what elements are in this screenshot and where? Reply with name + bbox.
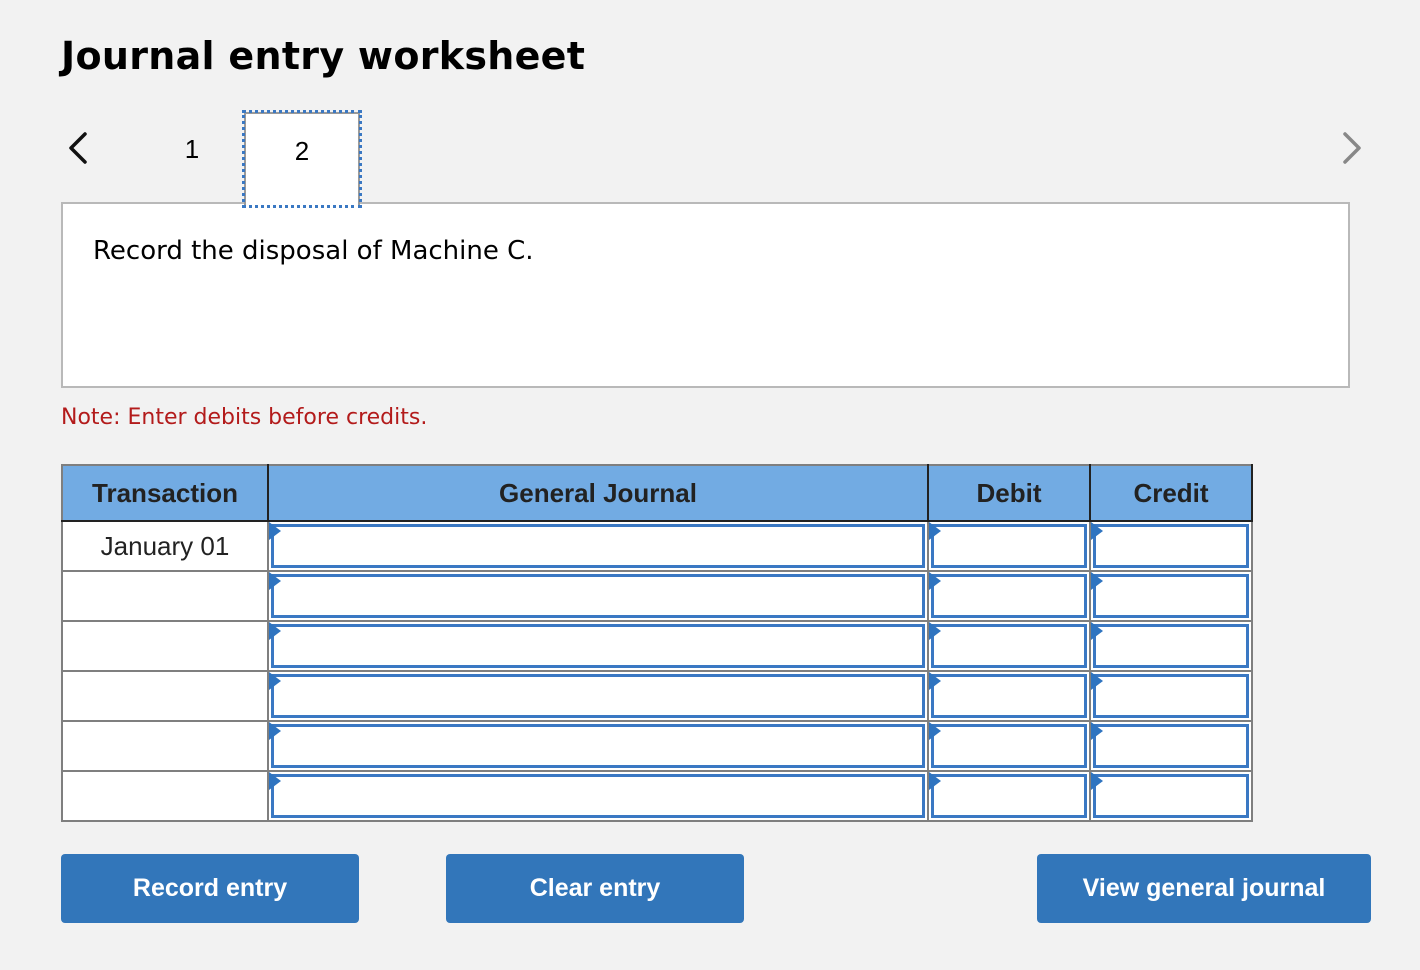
cell-marker-icon — [1091, 772, 1103, 790]
column-header-credit: Credit — [1089, 464, 1253, 522]
cell-marker-icon — [1091, 622, 1103, 640]
column-header-debit: Debit — [927, 464, 1091, 522]
question-text: Record the disposal of Machine C. — [93, 236, 534, 266]
journal-row — [61, 620, 1253, 672]
tab-2-label: 2 — [294, 135, 310, 166]
account-cell — [267, 570, 929, 622]
view-general-journal-button[interactable]: View general journal — [1037, 854, 1371, 923]
account-input[interactable] — [271, 524, 925, 568]
transaction-cell — [61, 620, 269, 672]
debit-cell — [927, 620, 1091, 672]
page-title: Journal entry worksheet — [61, 34, 586, 78]
account-input[interactable] — [271, 674, 925, 718]
credit-input[interactable] — [1093, 624, 1249, 668]
journal-table: Transaction General Journal Debit Credit… — [61, 464, 1253, 822]
transaction-cell — [61, 570, 269, 622]
journal-header-row: Transaction General Journal Debit Credit — [61, 464, 1253, 522]
debit-cell — [927, 520, 1091, 572]
transaction-cell — [61, 670, 269, 722]
column-header-transaction: Transaction — [61, 464, 269, 522]
tab-1[interactable]: 1 — [170, 120, 214, 178]
account-input[interactable] — [271, 574, 925, 618]
credit-cell — [1089, 620, 1253, 672]
credit-cell — [1089, 670, 1253, 722]
transaction-cell — [61, 770, 269, 822]
account-cell — [267, 520, 929, 572]
cell-marker-icon — [269, 622, 281, 640]
cell-marker-icon — [269, 522, 281, 540]
cell-marker-icon — [269, 772, 281, 790]
debit-input[interactable] — [931, 524, 1087, 568]
journal-row — [61, 770, 1253, 822]
debit-input[interactable] — [931, 724, 1087, 768]
journal-row — [61, 720, 1253, 772]
cell-marker-icon — [269, 672, 281, 690]
account-input[interactable] — [271, 724, 925, 768]
cell-marker-icon — [1091, 672, 1103, 690]
account-cell — [267, 670, 929, 722]
debit-input[interactable] — [931, 574, 1087, 618]
note-text: Note: Enter debits before credits. — [61, 405, 428, 430]
credit-cell — [1089, 570, 1253, 622]
cell-marker-icon — [269, 572, 281, 590]
cell-marker-icon — [1091, 722, 1103, 740]
account-cell — [267, 620, 929, 672]
cell-marker-icon — [929, 772, 941, 790]
debit-input[interactable] — [931, 624, 1087, 668]
clear-entry-button[interactable]: Clear entry — [446, 854, 744, 923]
column-header-general-journal: General Journal — [267, 464, 929, 522]
cell-marker-icon — [1091, 572, 1103, 590]
account-input[interactable] — [271, 624, 925, 668]
cell-marker-icon — [269, 722, 281, 740]
debit-cell — [927, 770, 1091, 822]
account-cell — [267, 720, 929, 772]
next-button[interactable] — [1340, 130, 1364, 166]
credit-input[interactable] — [1093, 524, 1249, 568]
cell-marker-icon — [929, 622, 941, 640]
record-entry-button[interactable]: Record entry — [61, 854, 359, 923]
chevron-left-icon — [69, 132, 87, 164]
debit-cell — [927, 570, 1091, 622]
account-input[interactable] — [271, 774, 925, 818]
cell-marker-icon — [929, 572, 941, 590]
credit-input[interactable] — [1093, 724, 1249, 768]
transaction-cell: January 01 — [61, 520, 269, 572]
journal-row — [61, 670, 1253, 722]
cell-marker-icon — [929, 722, 941, 740]
chevron-right-icon — [1343, 132, 1361, 164]
journal-row — [61, 570, 1253, 622]
cell-marker-icon — [929, 522, 941, 540]
debit-cell — [927, 670, 1091, 722]
credit-input[interactable] — [1093, 674, 1249, 718]
transaction-cell — [61, 720, 269, 772]
previous-button[interactable] — [66, 130, 90, 166]
question-panel: Record the disposal of Machine C. — [61, 202, 1350, 388]
credit-input[interactable] — [1093, 774, 1249, 818]
debit-cell — [927, 720, 1091, 772]
credit-cell — [1089, 770, 1253, 822]
debit-input[interactable] — [931, 674, 1087, 718]
credit-input[interactable] — [1093, 574, 1249, 618]
debit-input[interactable] — [931, 774, 1087, 818]
cell-marker-icon — [929, 672, 941, 690]
credit-cell — [1089, 720, 1253, 772]
account-cell — [267, 770, 929, 822]
credit-cell — [1089, 520, 1253, 572]
tab-1-label: 1 — [184, 133, 200, 164]
tab-2[interactable]: 2 — [242, 110, 362, 208]
journal-row: January 01 — [61, 520, 1253, 572]
cell-marker-icon — [1091, 522, 1103, 540]
